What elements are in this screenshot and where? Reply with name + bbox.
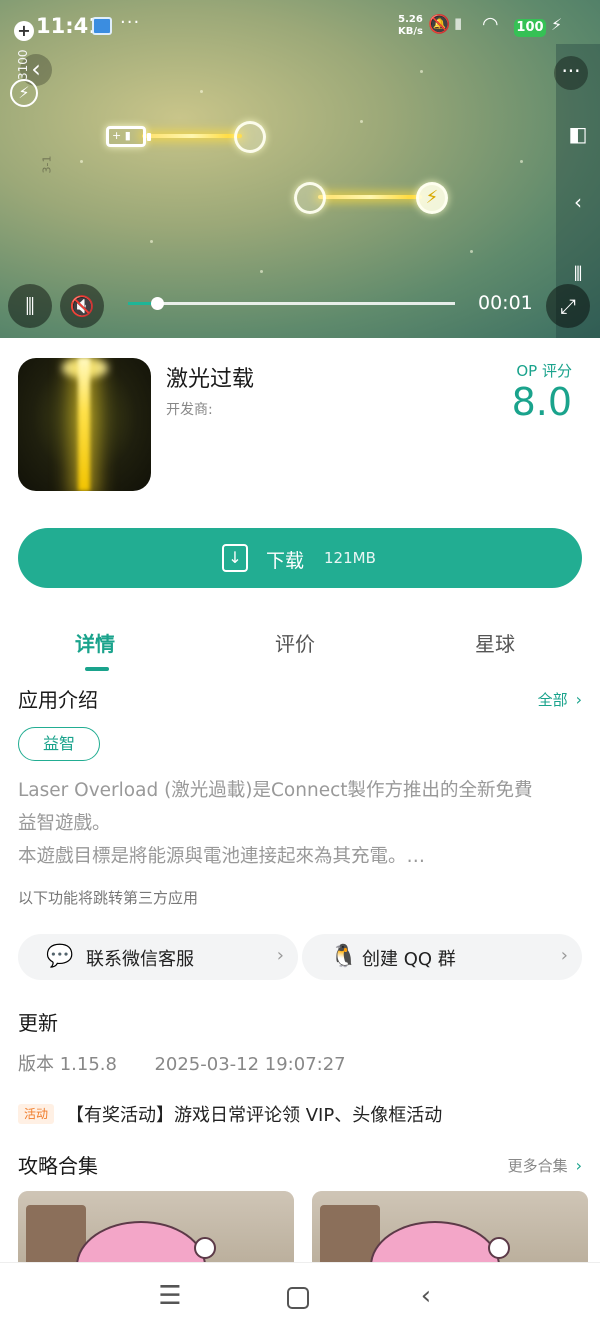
energy-node [234, 121, 266, 153]
download-button[interactable]: ↓ 下载 121MB [18, 528, 582, 588]
qq-icon: 🐧 [330, 944, 358, 969]
score-label: OP 评分 [516, 362, 572, 380]
guide-card[interactable] [312, 1191, 588, 1271]
settings-sliders-icon[interactable]: ⫼ [8, 284, 52, 328]
mute-bell-icon: 🔕 [428, 14, 451, 35]
back-nav-icon[interactable]: ‹ [406, 1281, 446, 1311]
collapse-icon[interactable]: ‹ [566, 190, 590, 214]
laser-beam [318, 195, 422, 199]
wechat-service-label: 联系微信客服 [86, 949, 194, 970]
energy-icon: ⚡ [10, 79, 38, 107]
recent-apps-icon[interactable]: ☰ [150, 1281, 190, 1311]
chevron-right-icon: › [276, 945, 284, 966]
download-label: 下载 [266, 550, 305, 572]
progress-track[interactable] [128, 302, 455, 305]
app-icon [18, 358, 151, 491]
more-options-icon[interactable]: ··· [554, 56, 588, 90]
download-size: 121MB [324, 549, 376, 567]
guide-card[interactable] [18, 1191, 294, 1271]
add-icon: + [14, 21, 34, 41]
more-notifications-icon: ··· [120, 12, 141, 33]
activity-badge: 活动 [18, 1104, 54, 1124]
battery-node: + ▮ [106, 126, 151, 147]
fullscreen-icon[interactable]: ⤢ [546, 284, 590, 328]
intro-all-label: 全部 [537, 691, 568, 709]
tab-reviews[interactable]: 评价 [275, 628, 315, 657]
create-qq-group-button[interactable]: 🐧 创建 QQ 群 › [302, 934, 582, 980]
score-value: 8.0 [511, 380, 572, 424]
network-speed-value: 5.26 [398, 14, 423, 25]
third-party-note: 以下功能将跳转第三方应用 [18, 889, 199, 907]
more-guides-label: 更多合集 [507, 1157, 568, 1175]
category-tag[interactable]: 益智 [18, 727, 100, 761]
tab-details[interactable]: 详情 [75, 628, 115, 657]
chevron-right-icon: › [575, 1156, 582, 1175]
system-nav-bar: ☰ ‹ [0, 1262, 600, 1333]
tab-indicator [85, 667, 109, 671]
power-source-icon: ⚡ [416, 182, 448, 214]
network-speed: 5.26 KB/s [398, 14, 423, 38]
stage-label: 3-1 [40, 155, 54, 174]
description-line[interactable]: 本遊戲目標是將能源與電池連接起來為其充電。… [18, 840, 583, 873]
app-detail-screen: + 11:41 ··· 5.26 KB/s 🔕 ▮ ◠ 100 ⚡ ‹ 3100… [0, 0, 600, 1333]
window-icon[interactable]: ◧ [566, 122, 590, 146]
version-number: 版本 1.15.8 [18, 1054, 117, 1075]
video-time: 00:01 [478, 292, 533, 314]
description-line: 益智遊戲。 [18, 813, 111, 834]
download-icon: ↓ [222, 544, 248, 572]
version-info: 版本 1.15.8 2025-03-12 19:07:27 [18, 1050, 346, 1076]
app-name: 激光过载 [166, 367, 255, 392]
guides-title: 攻略合集 [18, 1154, 98, 1178]
update-date: 2025-03-12 19:07:27 [154, 1054, 346, 1075]
intro-all-link[interactable]: 全部 › [538, 689, 582, 710]
status-bar: + 11:41 ··· 5.26 KB/s 🔕 ▮ ◠ 100 ⚡ [0, 0, 600, 54]
laser-beam [142, 134, 242, 138]
level-badge: 3100 [16, 49, 30, 80]
signal-icon: ▮ [454, 14, 463, 32]
description-line: Laser Overload (激光過載)是Connect製作方推出的全新免費 [18, 780, 533, 801]
update-title: 更新 [18, 1011, 58, 1035]
wifi-icon: ◠ [482, 13, 499, 35]
tab-planet[interactable]: 星球 [475, 628, 515, 657]
notification-app-icon [92, 17, 112, 35]
activity-link[interactable]: 【有奖活动】游戏日常评论领 VIP、头像框活动 [66, 1101, 442, 1127]
video-player[interactable]: + 11:41 ··· 5.26 KB/s 🔕 ▮ ◠ 100 ⚡ ‹ 3100… [0, 0, 600, 338]
qq-group-label: 创建 QQ 群 [362, 949, 456, 970]
wechat-service-button[interactable]: 💬 联系微信客服 › [18, 934, 298, 980]
developer-label: 开发商: [166, 402, 213, 418]
chevron-right-icon: › [575, 690, 582, 709]
network-speed-unit: KB/s [398, 26, 423, 37]
battery-level: 100 [514, 19, 546, 37]
energy-node [294, 182, 326, 214]
chevron-right-icon: › [560, 945, 568, 966]
more-guides-link[interactable]: 更多合集 › [508, 1155, 582, 1176]
charging-icon: ⚡ [551, 15, 563, 34]
home-icon[interactable] [287, 1287, 309, 1309]
mute-icon[interactable]: 🔇 [60, 284, 104, 328]
wechat-icon: 💬 [46, 944, 74, 969]
intro-title: 应用介绍 [18, 688, 98, 712]
progress-thumb[interactable] [151, 297, 165, 310]
video-controls: ⫼ 🔇 00:01 ⤢ [0, 280, 600, 338]
